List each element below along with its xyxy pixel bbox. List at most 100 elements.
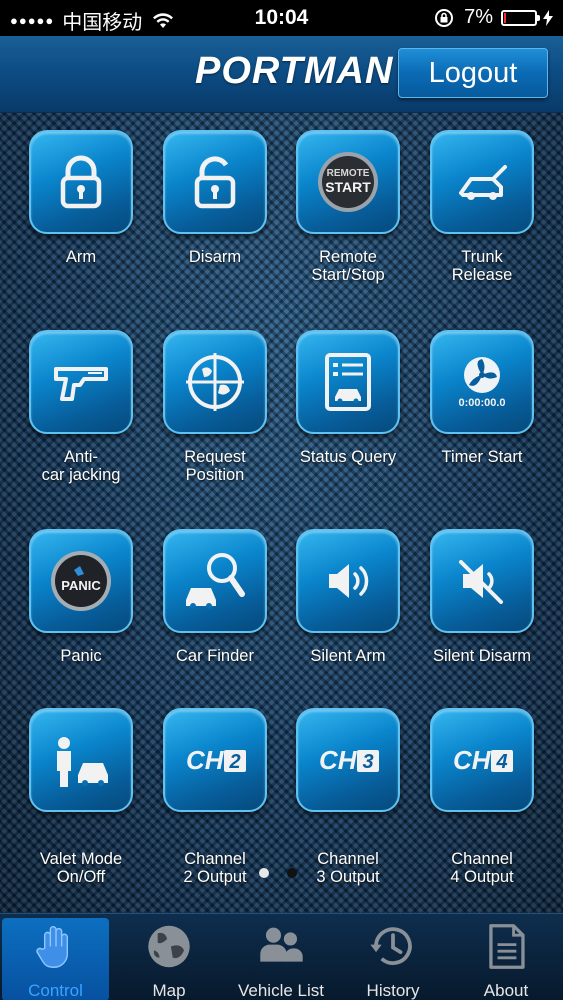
lock-closed-icon bbox=[60, 155, 102, 209]
panic-label: Panic bbox=[14, 647, 148, 665]
car-search-icon bbox=[186, 553, 245, 609]
trunk-icon bbox=[459, 165, 507, 200]
arm-button[interactable] bbox=[29, 130, 133, 234]
channel-2-button[interactable]: CH 2 bbox=[163, 708, 267, 812]
disarm-label-line-1: Disarm bbox=[188, 248, 242, 266]
arm-label: Arm bbox=[14, 248, 148, 266]
start-icon-text: START bbox=[325, 179, 371, 195]
document-icon bbox=[489, 924, 525, 969]
tab-bar: Control Map Vehicle List History About bbox=[0, 913, 563, 1000]
silent-arm-label-line-1: Silent Arm bbox=[310, 647, 386, 665]
valet-mode-button[interactable] bbox=[29, 708, 133, 812]
tab-vehicle-list-label: Vehicle List bbox=[238, 981, 324, 1000]
panic-icon: PANIC bbox=[51, 551, 111, 611]
status-query-label-line-1: Status Query bbox=[299, 448, 397, 466]
channel-4-label: Channel 4 Output bbox=[415, 850, 549, 886]
silent-disarm-label-line-1: Silent Disarm bbox=[432, 647, 532, 665]
trunk-release-button[interactable] bbox=[430, 130, 534, 234]
remote-start-label-line-2: Start/Stop bbox=[311, 266, 385, 284]
anti-car-jacking-label: Anti- car jacking bbox=[14, 448, 148, 484]
tab-control[interactable]: Control bbox=[2, 918, 109, 1000]
timer-start-button[interactable]: 0:00:00.0 bbox=[430, 330, 534, 434]
arm-label-line-1: Arm bbox=[65, 248, 97, 266]
globe-icon bbox=[148, 925, 190, 968]
channel-3-button[interactable]: CH 3 bbox=[296, 708, 400, 812]
status-query-button[interactable] bbox=[296, 330, 400, 434]
people-icon bbox=[260, 927, 303, 962]
tab-about[interactable]: About bbox=[457, 918, 555, 1000]
anti-car-jacking-label-line-1: Anti- bbox=[64, 448, 98, 466]
lock-open-icon bbox=[194, 156, 236, 209]
battery-level bbox=[504, 12, 507, 23]
car-finder-button[interactable] bbox=[163, 529, 267, 633]
hand-icon bbox=[35, 926, 68, 968]
remote-start-button[interactable]: REMOTE START bbox=[296, 130, 400, 234]
app-header: PORTMAN Logout bbox=[0, 36, 563, 113]
channel-4-button[interactable]: CH 4 bbox=[430, 708, 534, 812]
trunk-release-label: Trunk Release bbox=[415, 248, 549, 284]
remote-start-label: Remote Start/Stop bbox=[281, 248, 415, 284]
page-indicator[interactable] bbox=[259, 868, 315, 878]
disarm-label: Disarm bbox=[148, 248, 282, 266]
speaker-icon bbox=[329, 564, 369, 598]
ch4-icon: CH 4 bbox=[453, 745, 513, 775]
tab-about-label: About bbox=[483, 981, 529, 1000]
gun-icon bbox=[54, 367, 108, 401]
logout-button[interactable]: Logout bbox=[398, 48, 548, 98]
status-bar: ●●●●● 中国移动 10:04 7% bbox=[0, 0, 563, 36]
tab-vehicle-list[interactable]: Vehicle List bbox=[228, 918, 334, 1000]
status-query-label: Status Query bbox=[281, 448, 415, 466]
tab-history[interactable]: History bbox=[344, 918, 442, 1000]
brand-logo: PORTMAN bbox=[195, 50, 394, 92]
request-position-label: Request Position bbox=[148, 448, 282, 484]
panic-label-line-1: Panic bbox=[60, 647, 102, 665]
timer-fan-icon: 0:00:00.0 bbox=[458, 357, 506, 409]
history-icon bbox=[370, 927, 412, 965]
anti-car-jacking-label-line-2: car jacking bbox=[41, 466, 121, 484]
panic-icon-text: PANIC bbox=[61, 578, 101, 593]
silent-disarm-label: Silent Disarm bbox=[415, 647, 549, 665]
ch4-icon-text: CH bbox=[453, 745, 492, 775]
app-screen: ●●●●● 中国移动 10:04 7% PORTMAN Logout Arm D… bbox=[0, 0, 563, 1000]
battery-percent: 7% bbox=[464, 6, 493, 28]
tab-map[interactable]: Map bbox=[120, 918, 218, 1000]
timer-start-label-line-1: Timer Start bbox=[441, 448, 523, 466]
ch4-number-text: 4 bbox=[495, 751, 507, 773]
timer-display-text: 0:00:00.0 bbox=[458, 397, 505, 409]
ch2-number-text: 2 bbox=[228, 751, 240, 773]
car-finder-label-line-1: Car Finder bbox=[176, 647, 254, 665]
disarm-button[interactable] bbox=[163, 130, 267, 234]
tab-history-label: History bbox=[366, 981, 420, 1000]
remote-start-label-line-1: Remote bbox=[319, 248, 377, 266]
channel-4-label-line-2: 4 Output bbox=[450, 868, 514, 886]
speaker-mute-icon bbox=[459, 560, 503, 604]
remote-icon-text: REMOTE bbox=[327, 168, 370, 179]
ch2-icon-text: CH bbox=[186, 745, 225, 775]
valet-mode-label: Valet Mode On/Off bbox=[14, 850, 148, 886]
ch2-icon: CH 2 bbox=[186, 745, 246, 775]
tab-control-label: Control bbox=[28, 981, 83, 1000]
page-dot-1[interactable] bbox=[259, 868, 269, 878]
remote-start-icon: REMOTE START bbox=[318, 152, 378, 212]
valet-mode-label-line-2: On/Off bbox=[56, 868, 106, 886]
charging-bolt-icon bbox=[543, 9, 553, 26]
silent-arm-label: Silent Arm bbox=[281, 647, 415, 665]
anti-car-jacking-button[interactable] bbox=[29, 330, 133, 434]
page-dot-2[interactable] bbox=[287, 868, 297, 878]
panic-button[interactable]: PANIC bbox=[29, 529, 133, 633]
tab-map-label: Map bbox=[152, 981, 186, 1000]
timer-start-label: Timer Start bbox=[415, 448, 549, 466]
channel-3-label-line-1: Channel bbox=[317, 850, 379, 868]
ch3-number-text: 3 bbox=[362, 751, 373, 773]
silent-disarm-button[interactable] bbox=[430, 529, 534, 633]
battery-icon bbox=[501, 9, 540, 26]
channel-4-label-line-1: Channel bbox=[451, 850, 513, 868]
car-finder-label: Car Finder bbox=[148, 647, 282, 665]
request-position-label-line-1: Request bbox=[184, 448, 246, 466]
ch3-icon-text: CH bbox=[319, 745, 358, 775]
request-position-button[interactable] bbox=[163, 330, 267, 434]
valet-mode-label-line-1: Valet Mode bbox=[39, 850, 123, 868]
rotation-lock-icon bbox=[435, 8, 454, 27]
control-grid: Arm Disarm REMOTE START Remote Start/Sto… bbox=[0, 113, 563, 913]
silent-arm-button[interactable] bbox=[296, 529, 400, 633]
